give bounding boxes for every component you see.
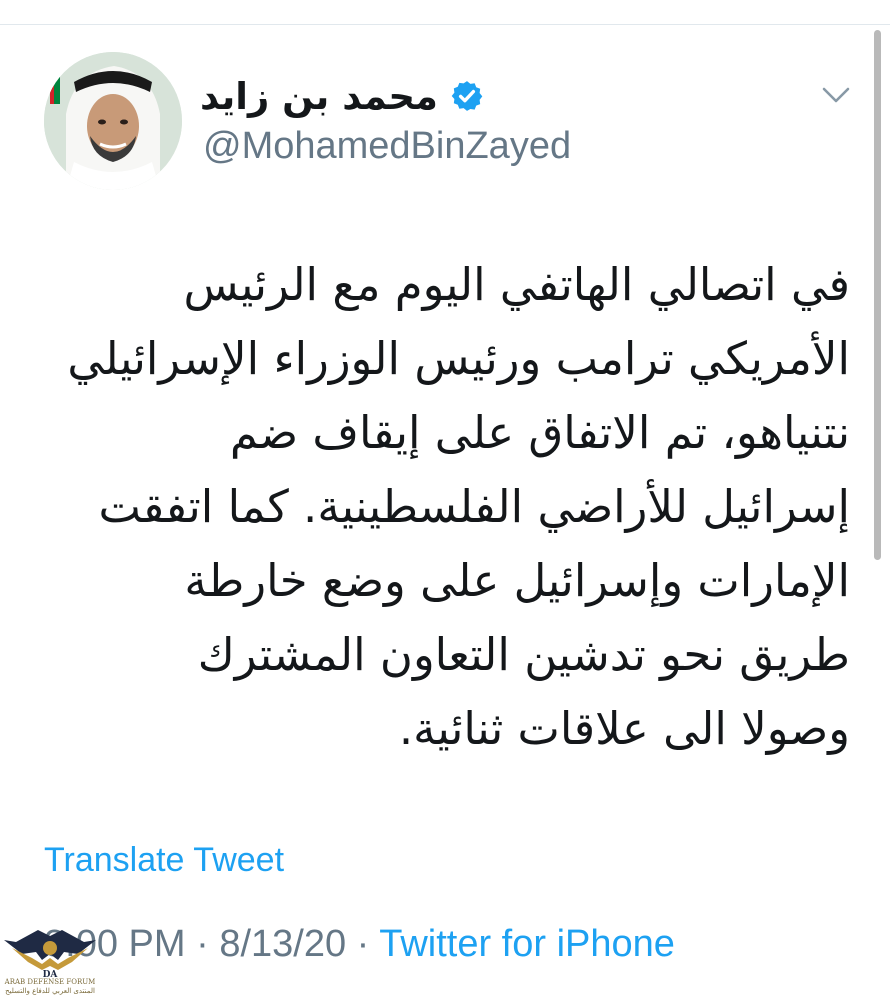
scrollbar[interactable] — [874, 30, 881, 560]
tweet-line: وصولا الى علاقات ثنائية. — [398, 702, 850, 755]
chevron-down-icon[interactable] — [818, 80, 854, 110]
eagle-emblem-icon: DA — [4, 930, 96, 980]
author-name-row[interactable]: محمد بن زايد — [200, 68, 484, 124]
watermark-logo: DA ARAB DEFENSE FORUM المنتدى العربي للدف… — [2, 928, 98, 998]
meta-separator: · — [196, 923, 209, 965]
tweet-line: نتنياهو، تم الاتفاق على إيقاف ضم — [229, 406, 850, 459]
tweet-text: في اتصالي الهاتفي اليوم مع الرئيس الأمري… — [30, 248, 850, 766]
translate-tweet-link[interactable]: Translate Tweet — [44, 838, 284, 882]
watermark-label: ARAB DEFENSE FORUM المنتدى العربي للدفاع … — [4, 978, 96, 995]
tweet-line: إسرائيل للأراضي الفلسطينية. كما اتفقت — [98, 480, 850, 533]
verified-badge-icon — [451, 81, 483, 111]
author-handle[interactable]: @MohamedBinZayed — [203, 124, 571, 168]
tweet-line: الإمارات وإسرائيل على وضع خارطة — [184, 554, 850, 607]
display-name[interactable]: محمد بن زايد — [200, 78, 438, 115]
avatar[interactable] — [44, 52, 182, 190]
tweet-line: طريق نحو تدشين التعاون المشترك — [197, 628, 850, 681]
avatar-image — [44, 52, 182, 190]
tweet-meta: 3:00 PM · 8/13/20 · Twitter for iPhone — [44, 920, 675, 968]
tweet-line: في اتصالي الهاتفي اليوم مع الرئيس — [183, 258, 850, 311]
tweet-line: الأمريكي ترامب ورئيس الوزراء الإسرائيلي — [67, 332, 850, 385]
tweet-source-link[interactable]: Twitter for iPhone — [379, 923, 675, 965]
meta-separator: · — [356, 923, 370, 965]
tweet-date[interactable]: 8/13/20 — [219, 923, 346, 965]
top-divider — [0, 24, 890, 25]
